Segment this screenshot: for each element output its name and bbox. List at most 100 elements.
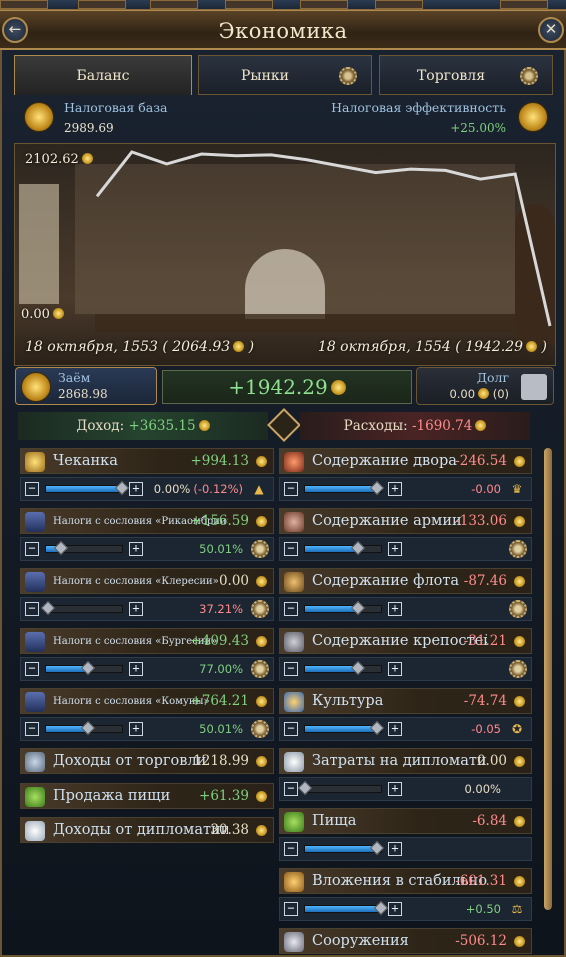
budget-row[interactable]: Затраты на дипломатию 0.00	[279, 748, 532, 774]
budget-row[interactable]: Пища -6.84	[279, 808, 532, 834]
increase-button[interactable]: +	[388, 902, 402, 916]
close-icon[interactable]: ✕	[538, 17, 564, 43]
budget-slider[interactable]	[45, 540, 123, 556]
budget-row[interactable]: Вложения в стабильность-601.31	[279, 868, 532, 894]
budget-slider-row: − +37.21%	[20, 597, 274, 621]
increase-button[interactable]: +	[129, 722, 143, 736]
decrease-button[interactable]: −	[25, 482, 39, 496]
increase-button[interactable]: +	[388, 842, 402, 856]
increase-button[interactable]: +	[388, 722, 402, 736]
slider-handle[interactable]	[370, 480, 385, 496]
tab-balance[interactable]: Баланс	[14, 55, 192, 95]
budget-percent: -0.05	[471, 718, 501, 740]
gear-icon[interactable]	[509, 660, 527, 678]
budget-row[interactable]: Продажа пищи +61.39	[20, 783, 274, 809]
debt-button[interactable]: Долг 0.00 (0)	[416, 367, 554, 405]
budget-row[interactable]: Доходы от торговли 1218.99	[20, 748, 274, 774]
budget-row[interactable]: Содержание армии -133.06	[279, 508, 532, 534]
budget-slider[interactable]	[41, 600, 123, 616]
budget-slider[interactable]	[304, 540, 382, 556]
top-tab-nub[interactable]	[375, 0, 423, 9]
gold-coin-icon	[330, 380, 346, 395]
scrollbar-thumb[interactable]	[544, 448, 552, 910]
slider-handle[interactable]	[54, 540, 69, 556]
slider-handle[interactable]	[41, 600, 56, 616]
budget-slider[interactable]	[45, 660, 123, 676]
gear-icon[interactable]	[251, 720, 269, 738]
decrease-button[interactable]: −	[284, 602, 298, 616]
slider-handle[interactable]	[80, 660, 95, 676]
gear-icon[interactable]	[509, 600, 527, 618]
decrease-button[interactable]: −	[25, 542, 39, 556]
decrease-button[interactable]: −	[25, 722, 39, 736]
slider-handle[interactable]	[297, 780, 313, 796]
budget-slider[interactable]	[304, 900, 389, 916]
decrease-button[interactable]: −	[25, 662, 39, 676]
budget-slider[interactable]	[45, 480, 130, 496]
slider-handle[interactable]	[370, 720, 385, 736]
budget-slider[interactable]	[304, 600, 382, 616]
budget-row[interactable]: Налоги с сословия «Рикаомбрии» +156.59	[20, 508, 274, 534]
budget-row[interactable]: Сооружения -506.12	[279, 928, 532, 954]
increase-button[interactable]: +	[129, 602, 143, 616]
decrease-button[interactable]: −	[284, 782, 298, 796]
increase-button[interactable]: +	[129, 662, 143, 676]
increase-button[interactable]: +	[388, 542, 402, 556]
budget-row-value: -506.12	[455, 933, 507, 949]
budget-slider[interactable]	[297, 780, 382, 796]
budget-slider[interactable]	[45, 720, 123, 736]
decrease-button[interactable]: −	[25, 602, 39, 616]
budget-row[interactable]: Чеканка +994.13	[20, 448, 274, 474]
budget-row[interactable]: Содержание флота -87.46	[279, 568, 532, 594]
decrease-button[interactable]: −	[284, 662, 298, 676]
slider-handle[interactable]	[351, 660, 366, 676]
slider-handle[interactable]	[114, 480, 130, 496]
tab-trade[interactable]: Торговля	[379, 55, 553, 95]
slider-handle[interactable]	[80, 720, 95, 736]
budget-row[interactable]: Налоги с сословия «Клересии» 0.00	[20, 568, 274, 594]
top-tab-nub[interactable]	[300, 0, 348, 9]
top-tab-nub[interactable]	[500, 0, 548, 9]
increase-button[interactable]: +	[129, 542, 143, 556]
slider-handle[interactable]	[370, 840, 385, 856]
top-tab-nub[interactable]	[225, 0, 273, 9]
budget-slider[interactable]	[304, 660, 382, 676]
budget-slider[interactable]	[304, 720, 385, 736]
increase-button[interactable]: +	[388, 782, 402, 796]
top-tab-nub[interactable]	[0, 0, 48, 9]
balance-series-line	[95, 150, 552, 327]
budget-slider[interactable]	[304, 840, 385, 856]
back-arrow-icon[interactable]: ←	[2, 17, 28, 43]
apple-icon	[25, 787, 45, 807]
budget-percent-value: 0.00%	[153, 482, 191, 496]
budget-row[interactable]: Культура -74.74	[279, 688, 532, 714]
top-tab-nub[interactable]	[150, 0, 198, 9]
decrease-button[interactable]: −	[284, 542, 298, 556]
increase-button[interactable]: +	[129, 482, 143, 496]
budget-row[interactable]: Доходы от дипломатии 30.38	[20, 817, 274, 843]
budget-row[interactable]: Содержание крепостей -31.21	[279, 628, 532, 654]
tab-markets[interactable]: Рынки	[198, 55, 372, 95]
loan-button[interactable]: Заём 2868.98	[15, 367, 157, 405]
gold-coin-icon	[514, 516, 525, 527]
gear-icon[interactable]	[251, 540, 269, 558]
budget-row[interactable]: Налоги с сословия «Бургесии» +409.43	[20, 628, 274, 654]
budget-row[interactable]: Налоги с сословия «Комуны» +764.21	[20, 688, 274, 714]
decrease-button[interactable]: −	[284, 902, 298, 916]
gear-icon[interactable]	[251, 600, 269, 618]
budget-row[interactable]: Содержание двора -246.54	[279, 448, 532, 474]
scrollbar[interactable]	[544, 448, 552, 910]
top-tab-nub[interactable]	[78, 0, 126, 9]
decrease-button[interactable]: −	[284, 482, 298, 496]
budget-slider[interactable]	[304, 480, 385, 496]
slider-handle[interactable]	[351, 600, 366, 616]
decrease-button[interactable]: −	[284, 842, 298, 856]
slider-handle[interactable]	[351, 540, 366, 556]
gear-icon[interactable]	[509, 540, 527, 558]
decrease-button[interactable]: −	[284, 722, 298, 736]
gear-icon[interactable]	[251, 660, 269, 678]
increase-button[interactable]: +	[388, 602, 402, 616]
slider-handle[interactable]	[373, 900, 389, 916]
increase-button[interactable]: +	[388, 482, 402, 496]
increase-button[interactable]: +	[388, 662, 402, 676]
